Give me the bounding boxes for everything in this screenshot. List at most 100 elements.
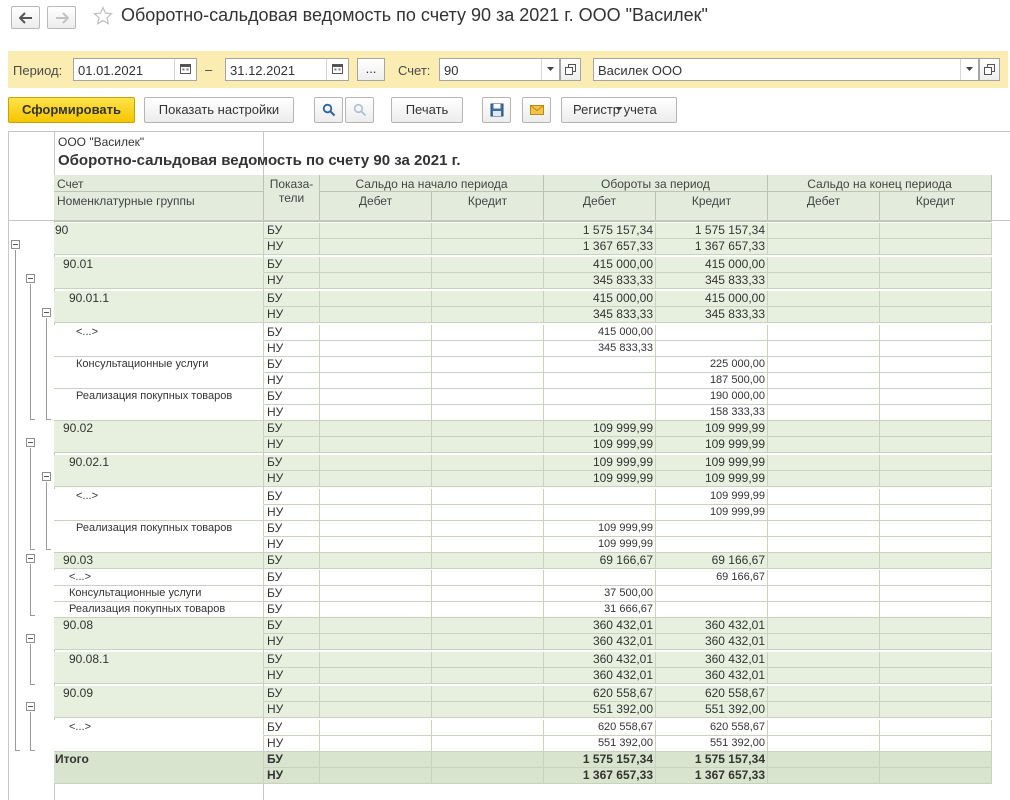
table-cell-oc xyxy=(432,602,544,618)
envelope-icon xyxy=(529,105,544,115)
tree-collapse-90-08[interactable] xyxy=(26,634,35,643)
header-closing-balance: Сальдо на конец периода xyxy=(768,175,992,192)
table-row[interactable]: 90.02 БУ 109 999,99 109 999,99 xyxy=(54,421,992,437)
account-select[interactable]: 90 xyxy=(439,58,560,81)
table-row[interactable]: <...> БУ 69 166,67 xyxy=(54,570,992,586)
table-cell-label xyxy=(54,307,264,323)
table-cell-cc xyxy=(880,357,992,373)
table-cell-od xyxy=(320,373,432,389)
search-button[interactable] xyxy=(314,97,343,123)
table-row[interactable]: НУ 109 999,99 109 999,99 xyxy=(54,471,992,487)
table-cell-ind: НУ xyxy=(264,307,320,323)
organization-open-button[interactable] xyxy=(979,58,1000,81)
table-row[interactable]: <...> БУ 109 999,99 xyxy=(54,489,992,505)
tree-collapse-90-09[interactable] xyxy=(26,702,35,711)
date-from-field[interactable]: 01.01.2021 xyxy=(73,58,197,81)
table-cell-tc: 109 999,99 xyxy=(656,421,768,437)
table-row[interactable]: 90.03 БУ 69 166,67 69 166,67 xyxy=(54,553,992,569)
table-row[interactable]: 90.09 БУ 620 558,67 620 558,67 xyxy=(54,686,992,702)
table-row[interactable]: Реализация покупных товаров БУ 109 999,99 xyxy=(54,521,992,537)
table-cell-ind: БУ xyxy=(264,257,320,273)
table-row[interactable]: Консультационные услуги БУ 37 500,00 xyxy=(54,586,992,602)
table-row[interactable]: 90.02.1 БУ 109 999,99 109 999,99 xyxy=(54,455,992,471)
report-spreadsheet[interactable]: ООО "Василек" Оборотно-сальдовая ведомос… xyxy=(8,131,1010,800)
table-cell-oc xyxy=(432,471,544,487)
table-row[interactable]: НУ 109 999,99 xyxy=(54,505,992,521)
table-cell-oc xyxy=(432,223,544,239)
table-cell-ind: БУ xyxy=(264,291,320,307)
table-row[interactable]: 90.01 БУ 415 000,00 415 000,00 xyxy=(54,257,992,273)
period-dash: – xyxy=(205,62,213,77)
table-cell-label: 90.03 xyxy=(54,553,264,569)
cancel-search-button[interactable] xyxy=(345,97,374,123)
table-cell-cd xyxy=(768,471,880,487)
table-cell-cc xyxy=(880,537,992,553)
send-email-button[interactable] xyxy=(522,97,551,123)
organization-select[interactable]: Василек ООО xyxy=(593,58,979,81)
tree-collapse-90-01[interactable] xyxy=(26,274,35,283)
dropdown-button[interactable] xyxy=(541,59,559,80)
table-row[interactable]: Реализация покупных товаров БУ 190 000,00 xyxy=(54,389,992,405)
table-row[interactable]: НУ 345 833,33 xyxy=(54,341,992,357)
table-cell-tc: 1 575 157,34 xyxy=(656,223,768,239)
forward-button[interactable] xyxy=(47,6,76,29)
table-row[interactable]: НУ 109 999,99 xyxy=(54,537,992,553)
table-cell-cc xyxy=(880,273,992,289)
table-row[interactable]: НУ 1 367 657,33 1 367 657,33 xyxy=(54,768,992,784)
date-to-field[interactable]: 31.12.2021 xyxy=(225,58,349,81)
register-dropdown-button[interactable]: Регистр учета xyxy=(561,97,677,123)
table-row[interactable]: Реализация покупных товаров БУ 31 666,67 xyxy=(54,602,992,618)
table-cell-od xyxy=(320,357,432,373)
tree-collapse-90-02-1[interactable] xyxy=(42,472,51,481)
table-cell-ind: БУ xyxy=(264,455,320,471)
table-row[interactable]: Консультационные услуги БУ 225 000,00 xyxy=(54,357,992,373)
table-row[interactable]: НУ 109 999,99 109 999,99 xyxy=(54,437,992,453)
table-row[interactable]: НУ 187 500,00 xyxy=(54,373,992,389)
table-cell-oc xyxy=(432,505,544,521)
table-row[interactable]: Итого БУ 1 575 157,34 1 575 157,34 xyxy=(54,752,992,768)
table-row[interactable]: 90.08.1 БУ 360 432,01 360 432,01 xyxy=(54,652,992,668)
tree-collapse-90-01-1[interactable] xyxy=(42,308,51,317)
table-row[interactable]: НУ 360 432,01 360 432,01 xyxy=(54,668,992,684)
table-row[interactable]: <...> БУ 415 000,00 xyxy=(54,325,992,341)
period-select-button[interactable]: ... xyxy=(357,58,385,81)
table-row[interactable]: НУ 158 333,33 xyxy=(54,405,992,421)
calendar-button[interactable] xyxy=(326,59,348,80)
table-row[interactable]: 90.08 БУ 360 432,01 360 432,01 xyxy=(54,618,992,634)
dropdown-button[interactable] xyxy=(960,59,978,80)
show-settings-button[interactable]: Показать настройки xyxy=(144,97,294,123)
table-row[interactable]: НУ 345 833,33 345 833,33 xyxy=(54,307,992,323)
table-cell-ind: БУ xyxy=(264,223,320,239)
table-cell-cc xyxy=(880,389,992,405)
save-button[interactable] xyxy=(482,97,511,123)
generate-button[interactable]: Сформировать xyxy=(8,97,135,123)
table-cell-tc xyxy=(656,341,768,357)
table-row[interactable]: НУ 551 392,00 551 392,00 xyxy=(54,736,992,752)
table-cell-oc xyxy=(432,521,544,537)
calendar-button[interactable] xyxy=(174,59,196,80)
table-row[interactable]: НУ 551 392,00 551 392,00 xyxy=(54,702,992,718)
table-cell-label: Реализация покупных товаров xyxy=(54,602,264,618)
table-row[interactable]: НУ 345 833,33 345 833,33 xyxy=(54,273,992,289)
table-cell-od xyxy=(320,325,432,341)
print-button[interactable]: Печать xyxy=(391,97,463,123)
table-row[interactable]: 90.01.1 БУ 415 000,00 415 000,00 xyxy=(54,291,992,307)
table-row[interactable]: НУ 360 432,01 360 432,01 xyxy=(54,634,992,650)
table-cell-tc xyxy=(656,537,768,553)
tree-collapse-90[interactable] xyxy=(11,240,20,249)
table-cell-cc xyxy=(880,553,992,569)
table-row[interactable]: 90 БУ 1 575 157,34 1 575 157,34 xyxy=(54,223,992,239)
table-cell-label xyxy=(54,341,264,357)
table-cell-od xyxy=(320,570,432,586)
back-button[interactable] xyxy=(11,6,40,29)
table-row[interactable]: НУ 1 367 657,33 1 367 657,33 xyxy=(54,239,992,255)
account-open-button[interactable] xyxy=(560,58,581,81)
table-row[interactable]: <...> БУ 620 558,67 620 558,67 xyxy=(54,720,992,736)
table-cell-td: 1 575 157,34 xyxy=(544,223,656,239)
tree-collapse-90-03[interactable] xyxy=(26,554,35,563)
table-cell-od xyxy=(320,618,432,634)
report-title: Оборотно-сальдовая ведомость по счету 90… xyxy=(58,152,461,169)
tree-collapse-90-02[interactable] xyxy=(26,438,35,447)
star-icon[interactable] xyxy=(93,6,113,26)
table-cell-oc xyxy=(432,307,544,323)
